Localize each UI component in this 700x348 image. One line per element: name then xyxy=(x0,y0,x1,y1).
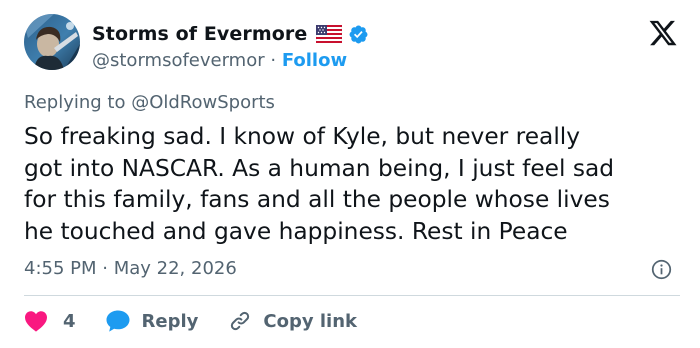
like-count: 4 xyxy=(63,310,76,332)
reply-button[interactable]: Reply xyxy=(105,309,199,333)
tweet-line: So freaking sad. I know of Kyle, but nev… xyxy=(24,123,581,150)
tweet-timestamp[interactable]: 4:55 PM · May 22, 2026 xyxy=(24,258,237,279)
timestamp-separator: · xyxy=(102,258,114,279)
tweet-body: So freaking sad. I know of Kyle, but nev… xyxy=(24,121,682,247)
heart-icon xyxy=(24,310,48,332)
reply-label: Reply xyxy=(141,310,199,332)
tweet-line: he touched and gave happiness. Rest in P… xyxy=(24,217,568,245)
tweet-header: Storms of Evermore @stormsofevermor · Fo… xyxy=(24,14,684,78)
info-icon[interactable] xyxy=(651,259,672,280)
divider xyxy=(24,295,680,296)
reply-bubble-icon xyxy=(105,309,131,333)
author-handle[interactable]: @stormsofevermor xyxy=(92,50,265,71)
link-icon xyxy=(228,309,252,333)
like-button[interactable]: 4 xyxy=(24,310,76,332)
us-flag-icon xyxy=(316,24,343,44)
reply-context[interactable]: Replying to @OldRowSports xyxy=(24,92,275,113)
handle-separator: · xyxy=(270,50,282,71)
action-bar: 4 Reply Copy link xyxy=(24,308,357,334)
avatar[interactable] xyxy=(24,14,80,70)
tweet-line: got into NASCAR. As a human being, I jus… xyxy=(24,154,615,182)
author-name-row: Storms of Evermore xyxy=(92,22,369,46)
tweet-time: 4:55 PM xyxy=(24,258,97,279)
x-logo-icon[interactable] xyxy=(648,18,678,48)
follow-button[interactable]: Follow xyxy=(282,50,347,71)
tweet-date: May 22, 2026 xyxy=(113,258,237,279)
copy-link-label: Copy link xyxy=(263,310,357,332)
author-display-name[interactable]: Storms of Evermore xyxy=(92,23,307,45)
verified-badge-icon xyxy=(348,24,369,45)
author-handle-row: @stormsofevermor · Follow xyxy=(92,50,347,71)
copy-link-button[interactable]: Copy link xyxy=(228,309,357,333)
tweet-line: for this family, fans and all the people… xyxy=(24,186,610,213)
